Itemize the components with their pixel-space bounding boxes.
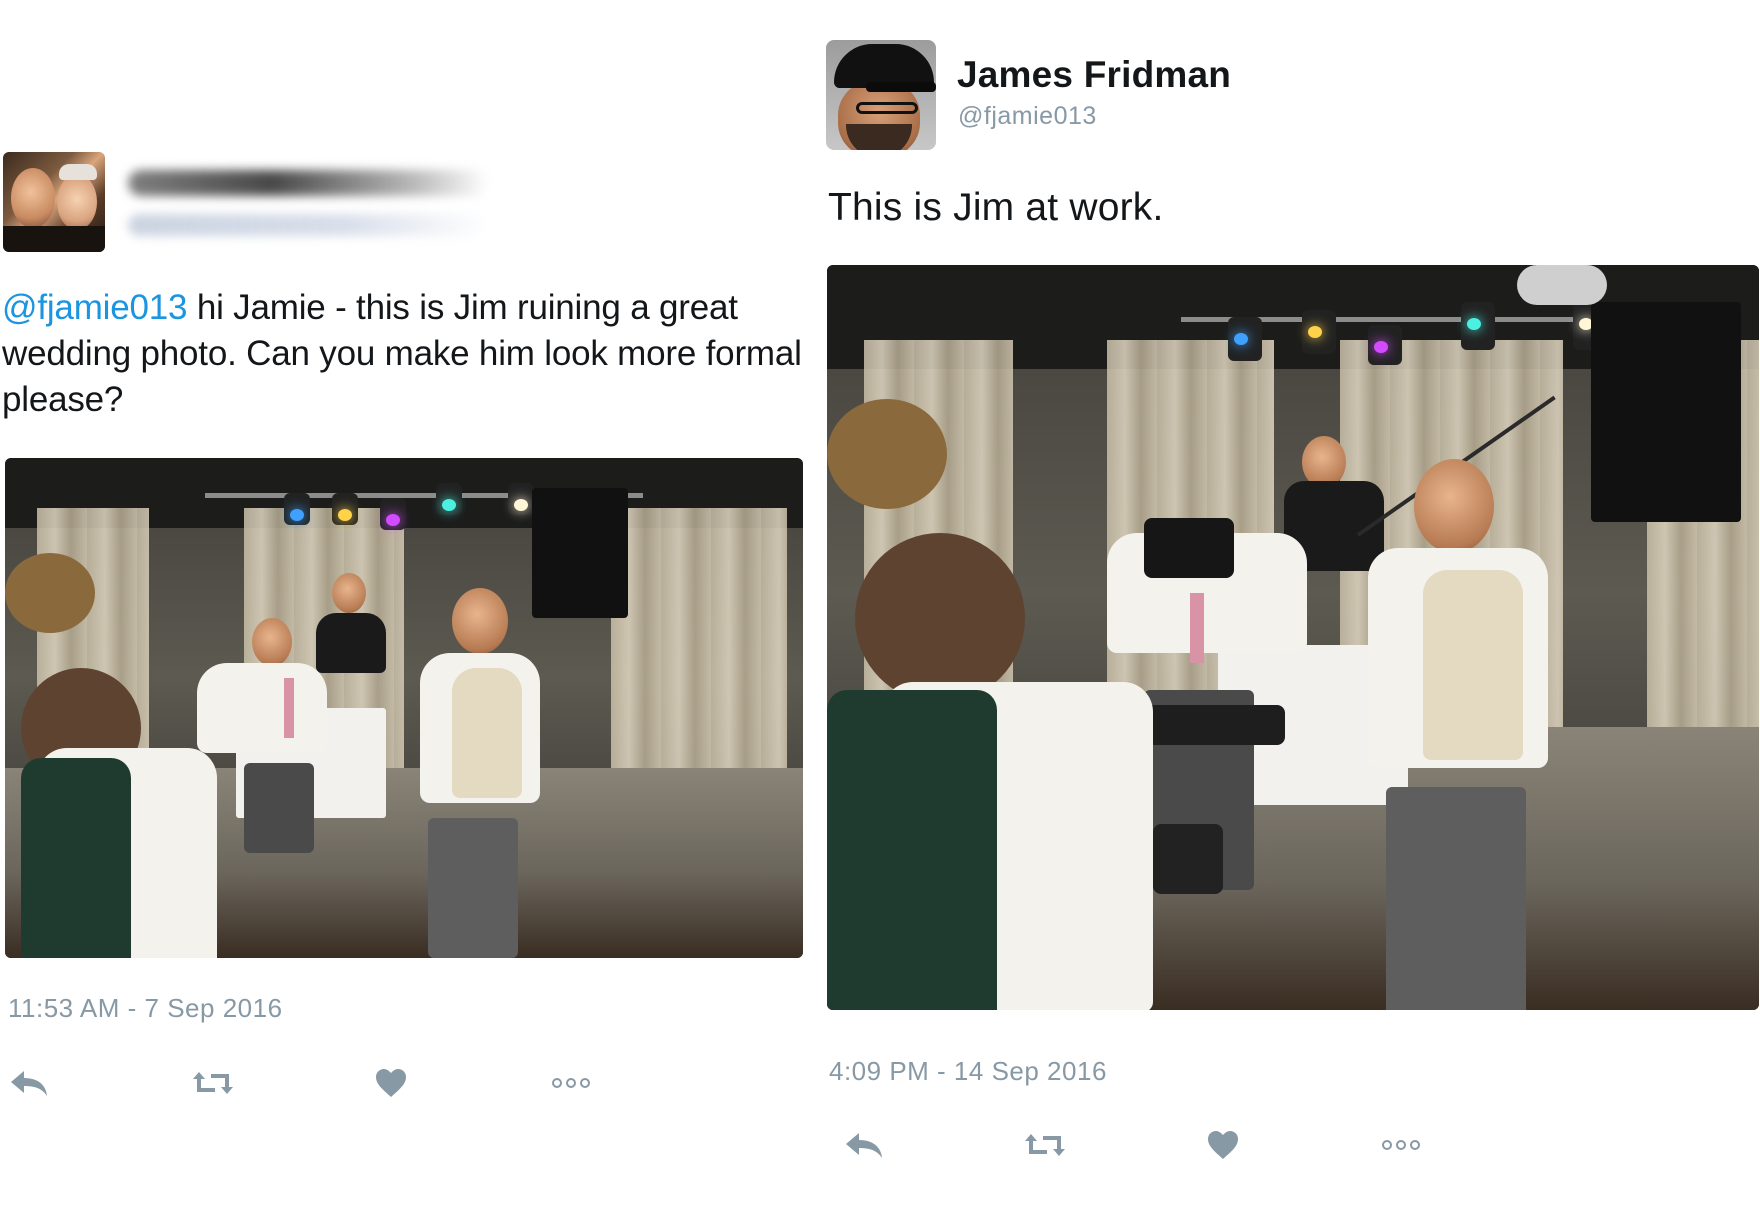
tweet-text: This is Jim at work. [828, 186, 1164, 229]
blurred-author-name [128, 170, 488, 196]
like-icon[interactable] [374, 1066, 408, 1100]
blurred-author-handle [128, 214, 488, 236]
author-name[interactable]: James Fridman [957, 54, 1231, 96]
tweet-text: @fjamie013 hi Jamie - this is Jim ruinin… [2, 285, 802, 423]
page: @fjamie013 hi Jamie - this is Jim ruinin… [0, 0, 1760, 1224]
wedding-photo-image[interactable] [5, 458, 803, 958]
more-icon[interactable] [551, 1066, 591, 1100]
avatar[interactable] [3, 152, 105, 252]
left-tweet: @fjamie013 hi Jamie - this is Jim ruinin… [0, 0, 810, 1224]
avatar[interactable] [826, 40, 936, 150]
more-icon[interactable] [1381, 1128, 1421, 1162]
edited-photo-image[interactable] [827, 265, 1759, 1010]
mention-link[interactable]: @fjamie013 [2, 288, 187, 327]
timestamp[interactable]: 4:09 PM - 14 Sep 2016 [829, 1056, 1107, 1087]
author-handle[interactable]: @fjamie013 [958, 102, 1097, 131]
reply-icon[interactable] [8, 1066, 50, 1100]
like-icon[interactable] [1206, 1128, 1240, 1162]
retweet-icon[interactable] [191, 1066, 235, 1100]
reply-icon[interactable] [843, 1128, 885, 1162]
timestamp[interactable]: 11:53 AM - 7 Sep 2016 [8, 993, 283, 1024]
retweet-icon[interactable] [1023, 1128, 1067, 1162]
